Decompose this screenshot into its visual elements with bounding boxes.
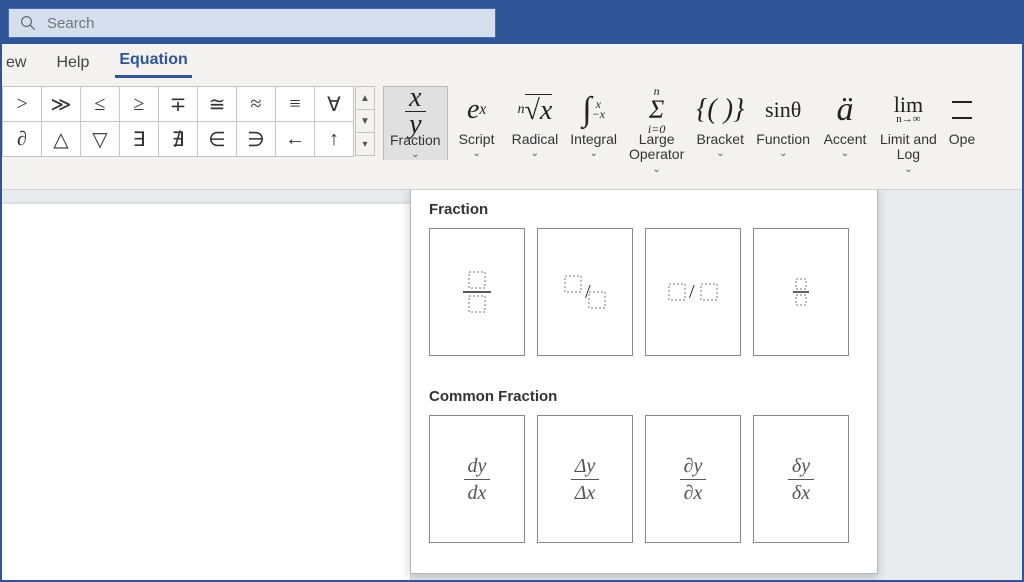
function-tool[interactable]: sinθ Function ⌄ [750,86,816,159]
tab-help[interactable]: Help [52,50,93,78]
script-tool[interactable]: ex Script ⌄ [448,86,506,159]
chevron-down-icon: ⌄ [779,148,787,159]
symbol-cell[interactable]: △ [41,121,81,157]
gallery-scroll-controls: ▲ ▼ ▾ [355,86,375,155]
symbol-row-2: ∂ △ ▽ ∃ ∄ ∈ ∋ ← ↑ [2,121,353,156]
chevron-down-icon: ⌄ [716,148,724,159]
function-label: Function [756,132,810,147]
sigma-icon: nΣi=0 [648,88,665,132]
radical-icon: n√x [518,88,553,132]
integral-icon: ∫x−x [582,88,605,132]
numerator: ∂y [680,455,707,480]
common-fraction-dy-dx[interactable]: dydx [429,415,525,543]
operator-label: Ope [949,132,975,147]
numerator: dy [464,455,491,480]
denominator: δx [788,480,814,504]
radical-tool[interactable]: n√x Radical ⌄ [506,86,565,159]
gallery-scroll-down-icon[interactable]: ▼ [355,109,375,133]
fraction-skewed[interactable]: / [537,228,633,356]
operator-tool[interactable]: Ope [943,86,975,147]
accent-label: Accent [824,132,867,147]
tab-equation[interactable]: Equation [115,47,191,78]
denominator: ∂x [680,480,707,504]
svg-text:/: / [689,281,695,303]
fraction-tool[interactable]: xy Fraction ⌄ [383,86,448,160]
integral-label: Integral [570,132,617,147]
symbol-cell[interactable]: ∄ [158,121,198,157]
chevron-down-icon: ⌄ [841,148,849,159]
symbol-cell[interactable]: ↑ [314,121,354,157]
bracket-tool[interactable]: {( )} Bracket ⌄ [690,86,750,159]
symbol-cell[interactable]: ≡ [275,86,315,122]
gallery-expand-icon[interactable]: ▾ [355,132,375,156]
search-icon [19,14,37,32]
numerator: Δy [571,455,600,480]
symbol-row-1: > ≫ ≤ ≥ ∓ ≅ ≈ ≡ ∀ [2,86,353,121]
script-label: Script [459,132,495,147]
symbol-gallery: > ≫ ≤ ≥ ∓ ≅ ≈ ≡ ∀ ∂ △ ▽ ∃ ∄ ∈ ∋ [2,86,375,156]
symbol-cell[interactable]: ∈ [197,121,237,157]
fraction-options-row: / / [411,228,877,374]
common-fraction-smalldelta[interactable]: δyδx [753,415,849,543]
symbol-cell[interactable]: ≥ [119,86,159,122]
dropdown-section-fraction: Fraction [411,190,877,228]
document-area: Fraction / / Common Fraction dydx [2,190,1022,580]
fraction-icon: xy [405,89,425,133]
fraction-dropdown: Fraction / / Common Fraction dydx [410,190,878,574]
tab-view[interactable]: ew [2,50,30,78]
fraction-stacked[interactable] [429,228,525,356]
symbol-cell[interactable]: ≤ [80,86,120,122]
fraction-label: Fraction [390,133,441,148]
chevron-down-icon: ⌄ [589,148,597,159]
limit-log-label: Limit and Log [880,132,937,163]
symbol-cell[interactable]: ∋ [236,121,276,157]
dropdown-section-common: Common Fraction [411,374,877,415]
symbol-cell[interactable]: ∀ [314,86,354,122]
ribbon-tabs: ew Help Equation [2,44,1022,80]
limit-icon: limn→∞ [894,88,923,132]
search-box[interactable] [8,8,496,38]
structure-tools: xy Fraction ⌄ ex Script ⌄ n√x Radical ⌄ … [383,86,975,175]
symbol-cell[interactable]: ≅ [197,86,237,122]
document-page[interactable] [2,204,410,580]
accent-tool[interactable]: ä Accent ⌄ [816,86,874,159]
radical-label: Radical [512,132,559,147]
accent-icon: ä [836,88,853,132]
integral-tool[interactable]: ∫x−x Integral ⌄ [564,86,623,159]
denominator: dx [464,480,491,504]
gallery-scroll-up-icon[interactable]: ▲ [355,86,375,110]
search-input[interactable] [47,15,495,32]
bracket-icon: {( )} [696,88,744,132]
chevron-down-icon: ⌄ [472,148,480,159]
large-operator-label: Large Operator [629,132,684,163]
common-fraction-row: dydx ΔyΔx ∂y∂x δyδx [411,415,877,561]
common-fraction-partial[interactable]: ∂y∂x [645,415,741,543]
symbol-cell[interactable]: ∂ [2,121,42,157]
ribbon: > ≫ ≤ ≥ ∓ ≅ ≈ ≡ ∀ ∂ △ ▽ ∃ ∄ ∈ ∋ [2,80,1022,190]
symbol-cell[interactable]: > [2,86,42,122]
common-fraction-delta[interactable]: ΔyΔx [537,415,633,543]
operator-icon [952,88,972,132]
title-bar [2,2,1022,44]
large-operator-tool[interactable]: nΣi=0 Large Operator ⌄ [623,86,690,175]
symbol-cell[interactable]: ∃ [119,121,159,157]
chevron-down-icon: ⌄ [411,149,419,160]
symbol-cell[interactable]: ← [275,121,315,157]
chevron-down-icon: ⌄ [531,148,539,159]
chevron-down-icon: ⌄ [904,164,912,175]
function-icon: sinθ [765,88,801,132]
fraction-linear[interactable]: / [645,228,741,356]
limit-log-tool[interactable]: limn→∞ Limit and Log ⌄ [874,86,943,175]
denominator: Δx [571,480,600,504]
fraction-small[interactable] [753,228,849,356]
app-frame: ew Help Equation > ≫ ≤ ≥ ∓ ≅ ≈ ≡ ∀ ∂ [0,0,1024,582]
symbol-cell[interactable]: ∓ [158,86,198,122]
numerator: δy [788,455,814,480]
symbol-cell[interactable]: ▽ [80,121,120,157]
symbol-cell[interactable]: ≈ [236,86,276,122]
chevron-down-icon: ⌄ [652,164,660,175]
symbol-cell[interactable]: ≫ [41,86,81,122]
script-icon: ex [467,88,486,132]
bracket-label: Bracket [697,132,744,147]
